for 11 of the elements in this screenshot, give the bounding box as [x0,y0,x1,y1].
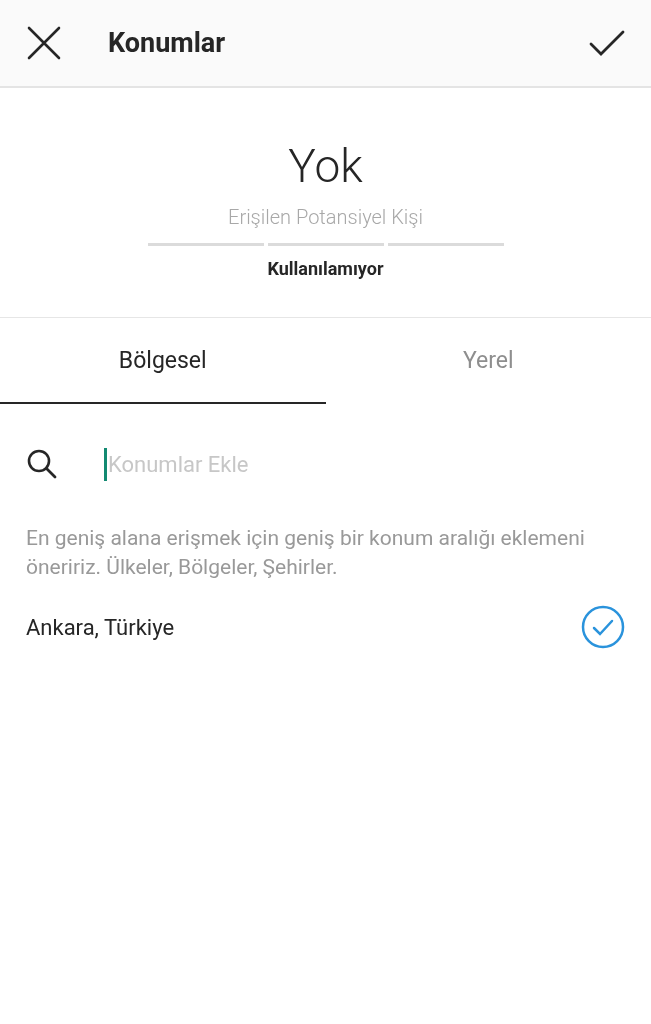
search-icon [26,448,58,480]
reach-status: Kullanılamıyor [267,260,384,278]
close-icon [26,25,62,61]
check-icon [589,29,625,57]
search-field[interactable]: Konumlar Ekle [104,447,625,481]
tab[interactable]: Bölgesel [0,318,326,404]
hint-text: En geniş alana erişmek için geniş bir konum aralığı eklemeni öneririz. Ülkeler, Bölgeler, Şehirler. [25,525,586,581]
reach-label: Erişilen Potansiyel Kişi [228,207,423,227]
header-title: Konumlar [108,25,227,61]
location-item[interactable]: Ankara, Türkiye [0,592,651,662]
reach-value: Yok [288,143,363,189]
